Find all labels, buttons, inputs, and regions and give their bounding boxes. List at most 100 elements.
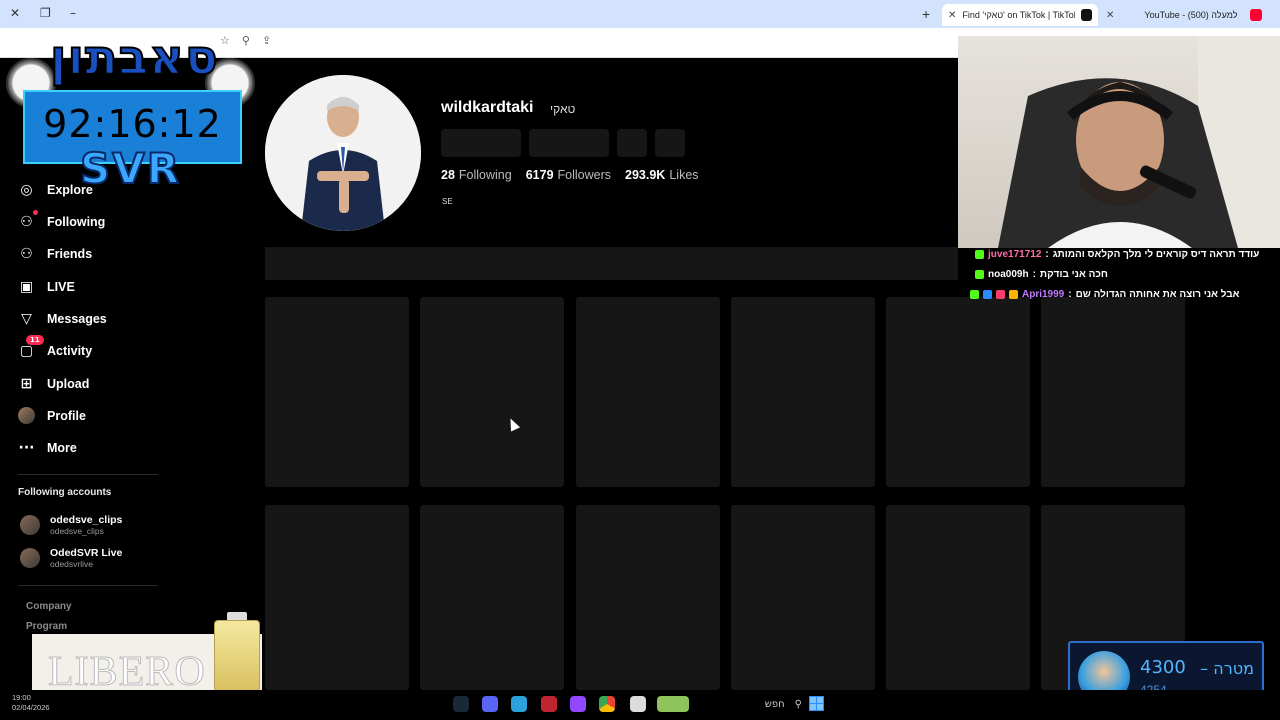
chrome-icon[interactable] — [599, 696, 615, 712]
sidebar-item-profile[interactable]: Profile — [18, 407, 86, 424]
followers-count: 6179 — [525, 168, 554, 182]
chat-message: juve171712 : עודד תראה דיס קוראים לי מלך… — [975, 249, 1259, 260]
video-card-placeholder[interactable] — [265, 505, 409, 690]
taskbar-search[interactable]: חפש ⚲ — [696, 696, 802, 712]
chat-username: noa009h — [988, 269, 1029, 280]
tab-title: YouTube - (500) למעלה — [1144, 10, 1238, 20]
stat-followers[interactable]: 6179 Followers — [526, 168, 611, 182]
twitch-icon[interactable] — [570, 696, 586, 712]
more-icon: ··· — [18, 439, 35, 456]
chat-text: אבל אני רוצה את אחותה הגדולה שם — [1075, 289, 1240, 300]
sidebar-item-label: Upload — [47, 376, 90, 391]
app-icon[interactable] — [541, 696, 557, 712]
overlay-svr-logo: SVR — [79, 143, 182, 194]
gift-badge-icon — [996, 290, 1005, 299]
taskbar-clock: 19:00 02/04/2026 — [12, 693, 50, 713]
compass-icon: ◎ — [20, 181, 33, 198]
zoom-icon[interactable]: ⚲ — [242, 34, 250, 47]
kick-badge-icon — [975, 270, 984, 279]
sidebar-item-friends[interactable]: ⚇ Friends — [18, 245, 92, 262]
overlay-brand: סאבתון — [49, 29, 219, 87]
profile-photo — [265, 75, 421, 231]
loading-placeholder — [655, 129, 685, 157]
video-card-placeholder[interactable] — [576, 297, 720, 487]
sidebar-item-following[interactable]: ⚇ Following — [18, 210, 106, 230]
video-card-placeholder[interactable] — [265, 297, 409, 487]
footer-link-company[interactable]: Company — [26, 601, 72, 612]
sponsor-text: LIBERO — [48, 649, 206, 696]
crown-badge-icon — [1009, 290, 1018, 299]
windows-start-icon[interactable] — [809, 696, 824, 711]
sidebar-item-label: More — [47, 440, 77, 455]
chat-message: Apri1999 : אבל אני רוצה את אחותה הגדולה … — [970, 289, 1239, 300]
video-card-placeholder[interactable] — [1041, 297, 1185, 487]
sidebar-divider — [18, 585, 158, 586]
sidebar-item-label: Activity — [47, 343, 93, 358]
sidebar-item-label: Profile — [47, 408, 86, 423]
video-card-placeholder[interactable] — [731, 505, 875, 690]
stat-following[interactable]: 28 Following — [441, 168, 512, 182]
widgets-icon[interactable] — [657, 696, 689, 712]
footer-link-program[interactable]: Program — [26, 621, 67, 632]
profile-icon — [18, 407, 35, 424]
taskbar-time: 19:00 — [12, 693, 31, 702]
chat-message: noa009h : חכה אני בודקת — [975, 269, 1108, 280]
kick-badge-icon — [975, 250, 984, 259]
webcam-image — [998, 36, 1280, 248]
sidebar-item-more[interactable]: ··· More — [18, 439, 77, 456]
following-account[interactable]: OdedSVR Live odedsvrlive — [20, 547, 122, 569]
steam-icon[interactable] — [453, 696, 469, 712]
video-card-placeholder[interactable] — [731, 297, 875, 487]
sidebar-item-live[interactable]: ▣ LIVE — [18, 278, 75, 295]
profile-tabs-placeholder — [265, 247, 958, 280]
sidebar-item-messages[interactable]: ▽ Messages — [18, 310, 107, 327]
video-card-placeholder[interactable] — [420, 505, 564, 690]
minimize-window-icon[interactable]: – — [70, 6, 76, 20]
goal-label-text: מטרה — [1213, 659, 1254, 678]
account-handle: odedsve_clips — [50, 526, 104, 536]
profile-avatar[interactable] — [265, 75, 421, 231]
browser-tab-bar: ✕ ❐ – + ✕ Find 'טאקי' on TikTok | TikTok… — [0, 0, 1280, 28]
stat-likes: 293.9K Likes — [625, 168, 699, 182]
profile-stats: 28 Following 6179 Followers 293.9K Likes — [441, 168, 699, 182]
share-icon[interactable]: ⇪ — [262, 34, 271, 47]
avatar — [20, 515, 40, 535]
following-account[interactable]: odedsve_clips odedsve_clips — [20, 514, 122, 536]
close-window-icon[interactable]: ✕ — [10, 6, 20, 20]
sidebar-item-label: Friends — [47, 246, 93, 261]
following-label: Following — [458, 168, 512, 182]
video-card-placeholder[interactable] — [886, 505, 1030, 690]
account-name: OdedSVR Live — [50, 547, 123, 559]
account-name: odedsve_clips — [50, 514, 123, 526]
video-card-placeholder[interactable] — [886, 297, 1030, 487]
likes-count: 293.9K — [625, 168, 666, 182]
friends-icon: ⚇ — [20, 245, 33, 262]
video-card-placeholder[interactable] — [420, 297, 564, 487]
new-tab-button[interactable]: + — [922, 6, 930, 22]
close-tab-icon[interactable]: ✕ — [948, 10, 956, 21]
avatar — [20, 548, 40, 568]
live-icon: ▣ — [19, 278, 34, 295]
webcam-feed — [958, 36, 1280, 248]
loading-placeholder — [529, 129, 609, 157]
telegram-icon[interactable] — [511, 696, 527, 712]
discord-icon[interactable] — [482, 696, 498, 712]
tab-tiktok[interactable]: ✕ Find 'טאקי' on TikTok | TikTok S — [942, 4, 1098, 26]
goal-target: 4300 — [1140, 657, 1186, 678]
restore-window-icon[interactable]: ❐ — [40, 6, 51, 20]
sidebar-item-upload[interactable]: ⊞ Upload — [18, 375, 90, 392]
close-tab-icon[interactable]: ✕ — [1106, 10, 1114, 21]
sidebar-item-label: LIVE — [47, 279, 75, 294]
bookmark-star-icon[interactable]: ☆ — [220, 34, 230, 47]
taskbar-date: 02/04/2026 — [12, 703, 50, 712]
file-explorer-icon[interactable] — [630, 696, 646, 712]
sidebar-item-activity[interactable]: ▢ 11 Activity — [18, 335, 93, 359]
sidebar-item-label: Following — [47, 214, 106, 229]
sub-badge-icon — [983, 290, 992, 299]
kick-badge-icon — [970, 290, 979, 299]
video-card-placeholder[interactable] — [576, 505, 720, 690]
loading-placeholder — [617, 129, 647, 157]
profile-nickname: טאקי — [550, 102, 576, 116]
tab-youtube[interactable]: ✕ YouTube - (500) למעלה — [1100, 4, 1270, 26]
perfume-bottle-icon — [214, 620, 260, 692]
